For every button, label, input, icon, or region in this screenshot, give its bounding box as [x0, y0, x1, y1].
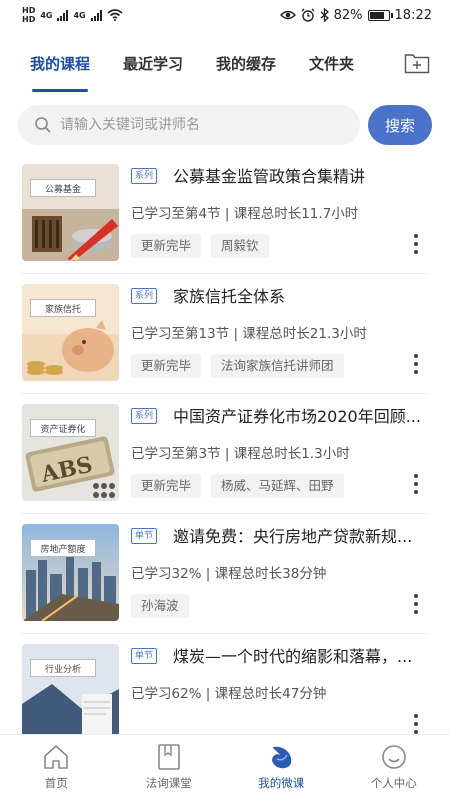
home-icon — [44, 745, 69, 769]
nav-classroom[interactable]: 法询课堂 — [113, 735, 226, 800]
lecturer-tag: 周毅钦 — [211, 234, 269, 258]
clock: 18:22 — [394, 7, 432, 23]
lecturer-tag: 法询家族信托讲师团 — [211, 354, 344, 378]
nav-home[interactable]: 首页 — [0, 735, 113, 800]
status-tag: 更新完毕 — [131, 354, 202, 378]
alarm-icon — [301, 8, 315, 22]
nav-home-label: 首页 — [44, 776, 68, 790]
thumbnail-label: 公募基金 — [30, 179, 96, 197]
network2-label: 4G — [73, 10, 86, 20]
course-title: 公募基金监管政策合集精讲 — [173, 167, 366, 186]
sim2-label: HD — [22, 15, 36, 24]
course-tags: 更新完毕 周毅钦 — [131, 234, 269, 258]
course-tags: 孙海波 — [131, 594, 189, 618]
eye-icon — [279, 10, 296, 20]
course-progress: 已学习至第13节 | 课程总时长21.3小时 — [131, 326, 367, 342]
course-type-badge: 系列 — [131, 408, 158, 424]
more-options-icon[interactable] — [410, 594, 422, 614]
status-tag: 更新完毕 — [131, 234, 202, 258]
tab-recent-study[interactable]: 最近学习 — [123, 38, 183, 94]
course-item[interactable]: ABS 资产证券化 系列 中国资产证券化市场2020年回顾... 已学习至第3节… — [22, 394, 428, 514]
course-type-badge: 单节 — [131, 648, 158, 664]
profile-icon — [381, 745, 406, 769]
nav-profile-label: 个人中心 — [370, 776, 417, 790]
status-bar: HD HD 4G 4G 82% 18:22 — [0, 0, 450, 30]
signal-bars-icon — [57, 9, 69, 21]
course-title: 中国资产证券化市场2020年回顾... — [173, 407, 421, 426]
course-thumbnail: 公募基金 — [22, 164, 119, 261]
nav-classroom-label: 法询课堂 — [145, 776, 192, 790]
thumbnail-label: 家族信托 — [30, 299, 96, 317]
course-tags: 更新完毕 法询家族信托讲师团 — [131, 354, 344, 378]
nav-my-microcourses[interactable]: 我的微课 — [225, 735, 338, 800]
course-item[interactable]: 家族信托 系列 家族信托全体系 已学习至第13节 | 课程总时长21.3小时 更… — [22, 274, 428, 394]
more-options-icon[interactable] — [410, 714, 422, 734]
course-title: 煤炭—一个时代的缩影和落幕，... — [173, 647, 413, 666]
thumbnail-label: 资产证券化 — [30, 419, 96, 437]
course-item[interactable]: 房地产额度 单节 邀请免费：央行房地产贷款新规... 已学习32% | 课程总时… — [22, 514, 428, 634]
lecturer-tag: 杨威、马延辉、田野 — [211, 474, 344, 498]
course-title: 邀请免费：央行房地产贷款新规... — [173, 527, 413, 546]
course-item[interactable]: 行业分析 单节 煤炭—一个时代的缩影和落幕，... 已学习62% | 课程总时长… — [22, 634, 428, 734]
wifi-icon — [107, 9, 123, 21]
bottom-nav: 首页 法询课堂 我的微课 个人中心 — [0, 734, 450, 800]
course-progress: 已学习至第4节 | 课程总时长11.7小时 — [131, 206, 359, 222]
network1-label: 4G — [40, 10, 53, 20]
course-type-badge: 单节 — [131, 528, 158, 544]
bluetooth-icon — [320, 8, 329, 22]
sim-indicators: HD HD — [22, 6, 35, 24]
status-tag: 更新完毕 — [131, 474, 202, 498]
lecturer-tag: 孙海波 — [131, 594, 189, 618]
nav-profile[interactable]: 个人中心 — [338, 735, 450, 800]
more-options-icon[interactable] — [410, 234, 422, 254]
thumbnail-label: 房地产额度 — [30, 539, 96, 557]
thumbnail-label: 行业分析 — [30, 659, 96, 677]
course-thumbnail: 行业分析 — [22, 644, 119, 734]
tab-my-cache[interactable]: 我的缓存 — [216, 38, 276, 94]
battery-icon — [367, 9, 393, 21]
course-progress: 已学习32% | 课程总时长38分钟 — [131, 566, 327, 582]
course-tabs: 我的课程 最近学习 我的缓存 文件夹 — [0, 38, 450, 94]
system-status: 82% 18:22 — [279, 7, 432, 23]
tab-my-courses[interactable]: 我的课程 — [30, 38, 90, 94]
course-thumbnail: ABS 资产证券化 — [22, 404, 119, 501]
search-icon — [35, 117, 51, 133]
search-input[interactable] — [60, 117, 340, 133]
add-folder-icon[interactable] — [404, 52, 430, 74]
course-progress: 已学习至第3节 | 课程总时长1.3小时 — [131, 446, 350, 462]
battery-percent: 82% — [333, 7, 363, 23]
signal-group: HD HD 4G 4G — [22, 6, 123, 24]
search-button[interactable]: 搜索 — [368, 105, 432, 145]
course-title: 家族信托全体系 — [173, 287, 286, 306]
search-box — [18, 105, 360, 145]
course-tags: 更新完毕 杨威、马延辉、田野 — [131, 474, 344, 498]
course-progress: 已学习62% | 课程总时长47分钟 — [131, 686, 327, 702]
course-type-badge: 系列 — [131, 168, 158, 184]
signal-bars-icon — [90, 9, 102, 21]
book-icon — [157, 744, 180, 770]
microcourse-icon — [272, 746, 292, 769]
more-options-icon[interactable] — [410, 474, 422, 494]
sim1-label: HD — [22, 6, 36, 15]
course-type-badge: 系列 — [131, 288, 158, 304]
course-list: 公募基金 系列 公募基金监管政策合集精讲 已学习至第4节 | 课程总时长11.7… — [0, 154, 450, 734]
tab-folders[interactable]: 文件夹 — [309, 38, 354, 94]
nav-my-microcourses-label: 我的微课 — [258, 776, 305, 790]
course-thumbnail: 家族信托 — [22, 284, 119, 381]
more-options-icon[interactable] — [410, 354, 422, 374]
course-thumbnail: 房地产额度 — [22, 524, 119, 621]
course-item[interactable]: 公募基金 系列 公募基金监管政策合集精讲 已学习至第4节 | 课程总时长11.7… — [22, 154, 428, 274]
